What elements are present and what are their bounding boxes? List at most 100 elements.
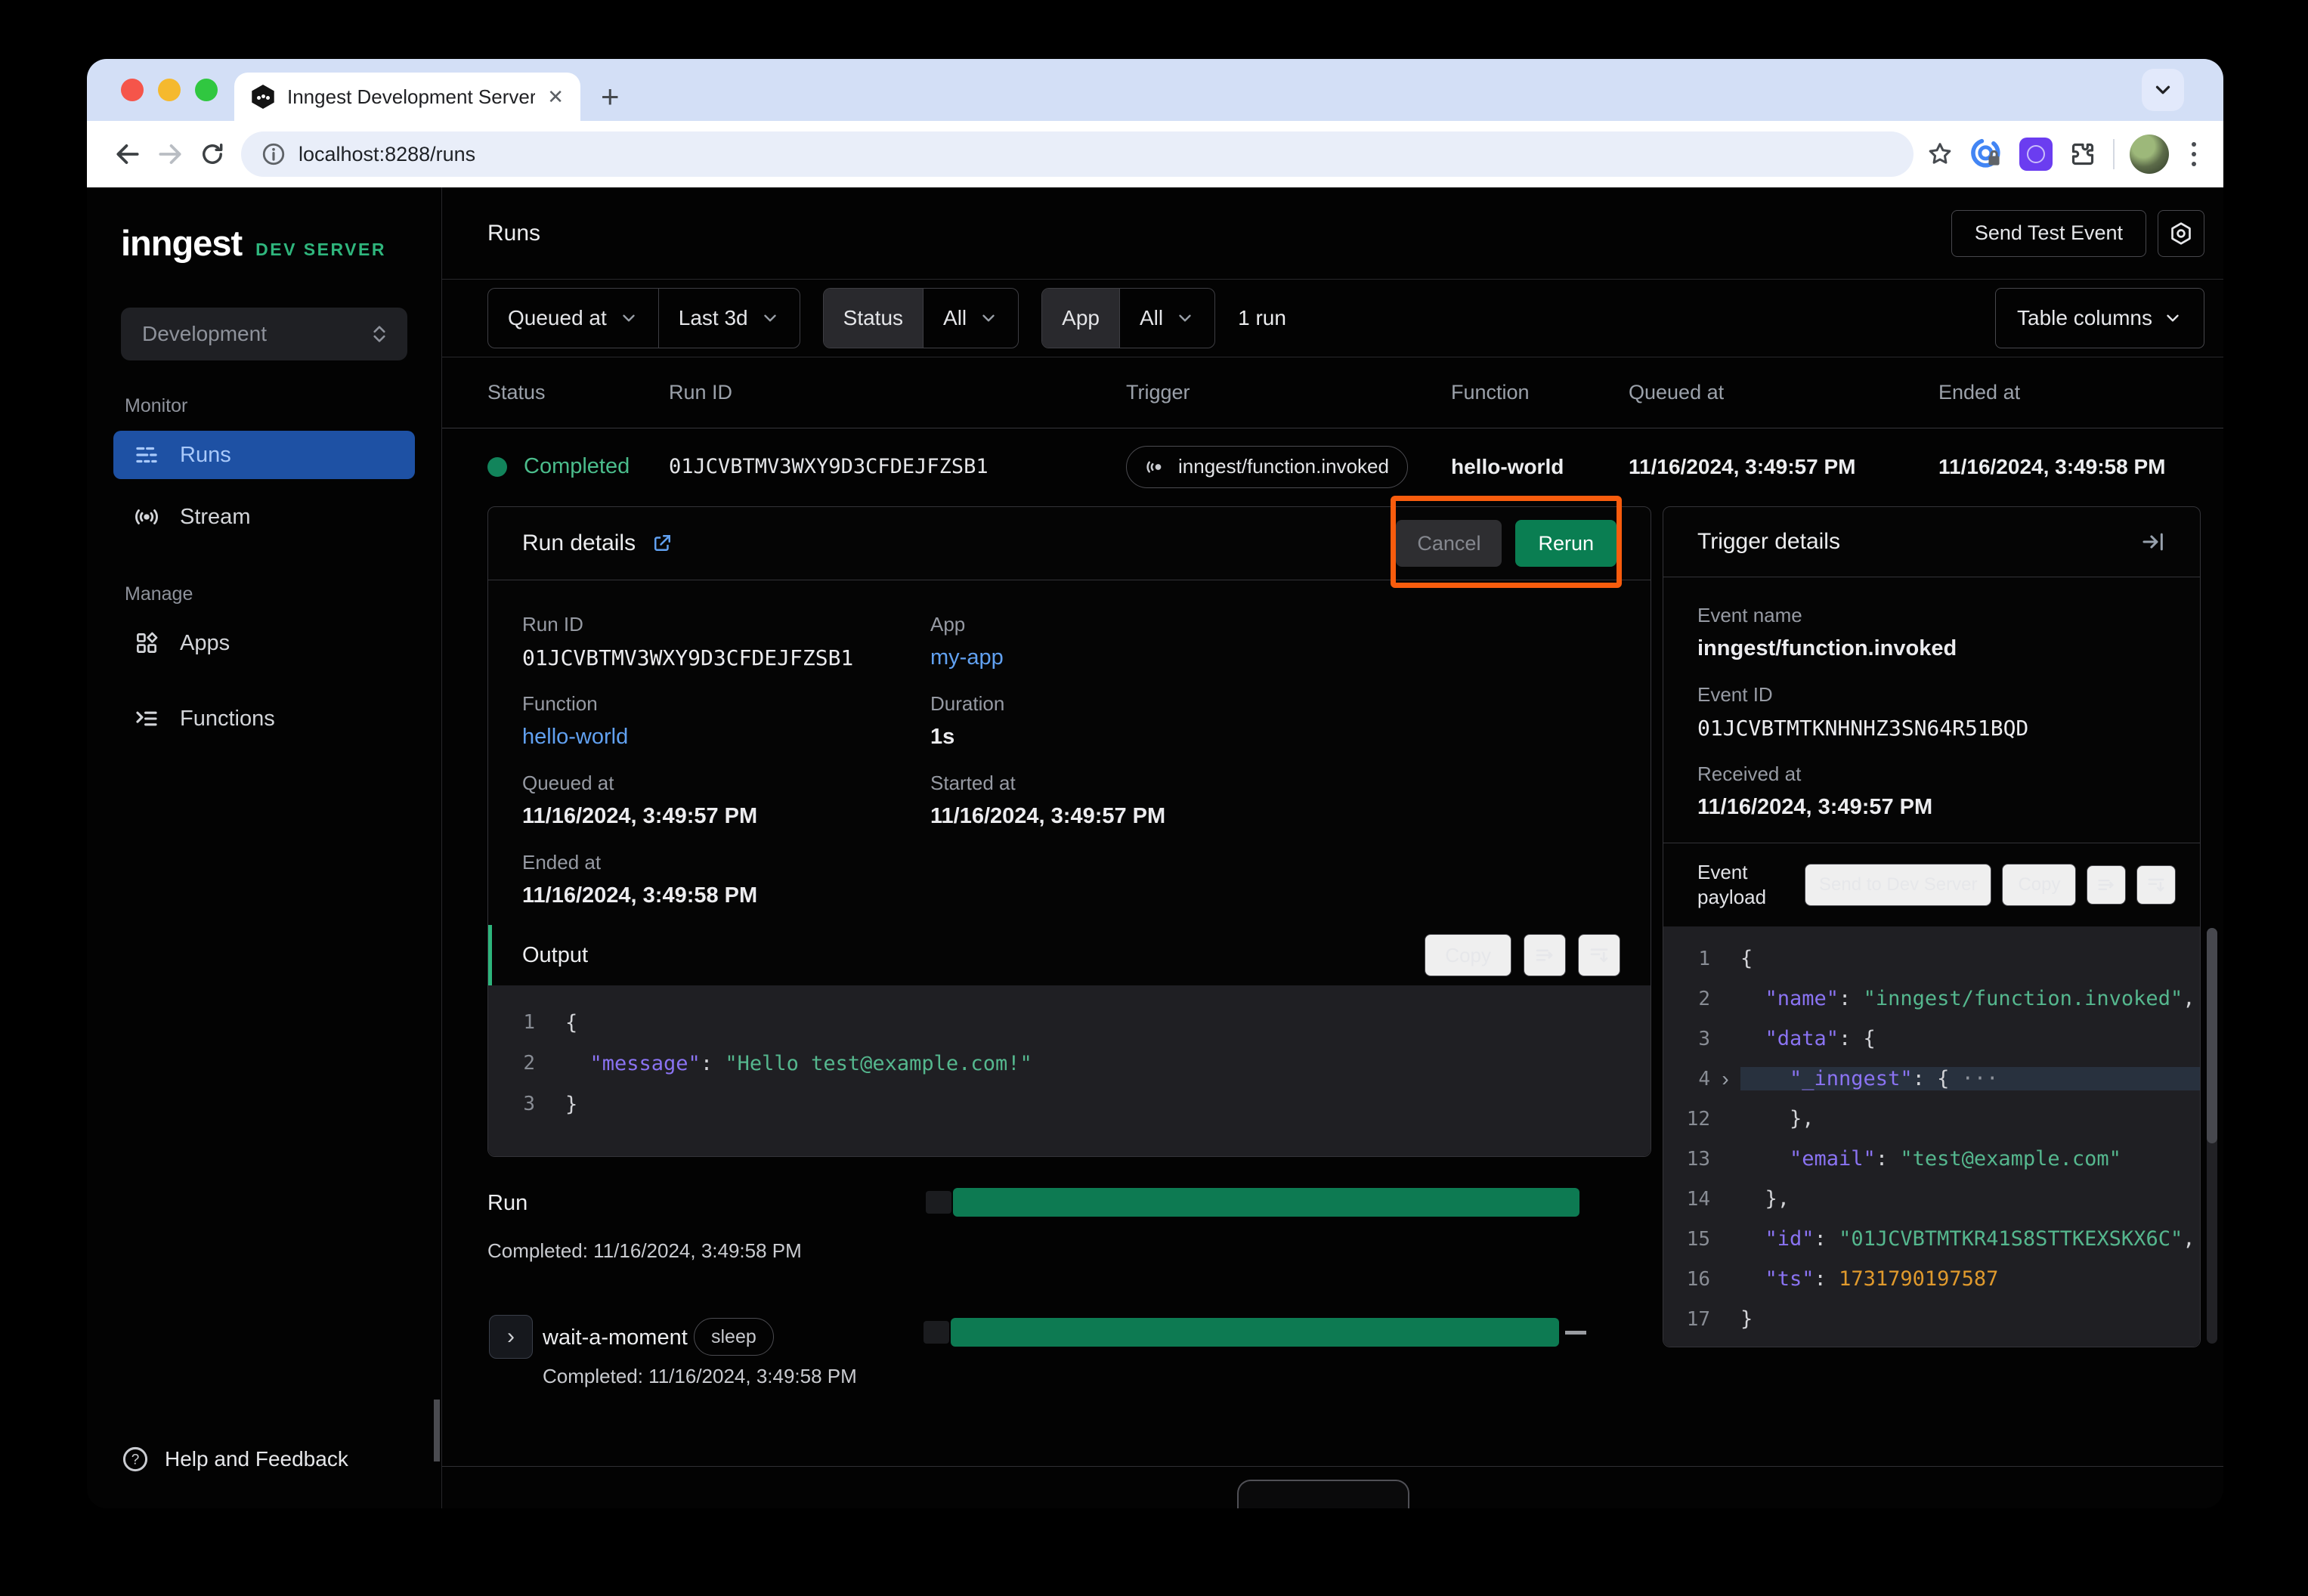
code-text: },: [1740, 1187, 2200, 1211]
code-text: {: [1740, 947, 2200, 970]
output-copy-button[interactable]: Copy: [1425, 934, 1511, 976]
table-row[interactable]: Completed 01JCVBTMV3WXY9D3CFDEJFZSB1 inn…: [442, 428, 2223, 505]
line-number: 14: [1663, 1188, 1710, 1211]
chevron-down-icon: [760, 308, 780, 328]
password-manager-extension-button[interactable]: [1969, 137, 2004, 172]
time-range-dropdown[interactable]: Last 3d: [658, 289, 800, 348]
trigger-pill[interactable]: inngest/function.invoked: [1126, 446, 1408, 488]
runs-table-header: Status Run ID Trigger Function Queued at…: [442, 357, 2223, 428]
line-number: 17: [1663, 1308, 1710, 1331]
environment-value: Development: [142, 322, 267, 346]
code-text: "data": {: [1740, 1027, 2200, 1050]
send-test-event-button[interactable]: Send Test Event: [1951, 210, 2146, 257]
code-text: },: [1740, 1107, 2200, 1130]
window-controls: [121, 79, 218, 101]
chevron-down-icon: [619, 308, 639, 328]
bottom-divider: [442, 1466, 2223, 1467]
site-info-icon[interactable]: [261, 141, 286, 167]
back-button[interactable]: [107, 133, 149, 175]
code-line: 1{: [1663, 939, 2200, 979]
run-queue-tick: [926, 1191, 951, 1214]
extension-glyph-icon: [2027, 145, 2045, 163]
run-details-header: Run details Cancel Rerun: [488, 507, 1651, 580]
sidebar-item-apps[interactable]: Apps: [113, 619, 415, 667]
rerun-button[interactable]: Rerun: [1515, 520, 1617, 567]
sidebar-item-runs[interactable]: Runs: [113, 431, 415, 479]
chevron-down-icon: [979, 308, 998, 328]
extensions-menu-button[interactable]: [2068, 139, 2098, 169]
password-lock-icon: [1969, 137, 2004, 172]
code-line: 14 },: [1663, 1179, 2200, 1219]
address-bar[interactable]: localhost:8288/runs: [241, 131, 1914, 177]
step-timeline-bar[interactable]: [951, 1318, 1559, 1347]
payload-code: 1{2 "name": "inngest/function.invoked",3…: [1663, 926, 2200, 1347]
line-number: 13: [1663, 1148, 1710, 1171]
trigger-details-header: Trigger details: [1663, 507, 2200, 577]
collapse-panel-icon[interactable]: [2140, 529, 2166, 555]
browser-menu-button[interactable]: [2184, 142, 2204, 166]
cropped-bottom-button[interactable]: [1237, 1480, 1409, 1508]
environment-select[interactable]: Development: [121, 308, 407, 360]
function-link[interactable]: hello-world: [522, 725, 628, 750]
forward-button[interactable]: [149, 133, 191, 175]
close-tab-icon[interactable]: ✕: [547, 85, 564, 109]
profile-avatar[interactable]: [2130, 135, 2169, 174]
puzzle-piece-icon: [2068, 139, 2098, 169]
line-number: 1: [1663, 948, 1710, 970]
run-details-title: Run details: [522, 530, 636, 556]
app-filter-dropdown[interactable]: All: [1119, 289, 1214, 348]
line-number: 4: [1663, 1068, 1710, 1090]
payload-scrollbar-thumb[interactable]: [2207, 928, 2217, 1143]
scroll-down-icon: [1588, 944, 1610, 967]
table-columns-button[interactable]: Table columns: [1995, 288, 2204, 348]
column-header: Queued at: [1629, 381, 1938, 404]
minimize-window-button[interactable]: [158, 79, 181, 101]
code-text: }: [565, 1093, 1651, 1116]
collapse-chevron-icon[interactable]: ›: [1710, 1067, 1740, 1091]
close-window-button[interactable]: [121, 79, 144, 101]
code-text: {: [565, 1011, 1651, 1035]
field-ended-at: Ended at 11/16/2024, 3:49:58 PM: [522, 851, 757, 908]
time-field-dropdown[interactable]: Queued at: [488, 289, 658, 348]
maximize-window-button[interactable]: [195, 79, 218, 101]
code-line: 2 "message": "Hello test@example.com!": [488, 1043, 1651, 1084]
inngest-app: inngest DEV SERVER Development Monitor R…: [87, 187, 2223, 1508]
payload-scroll-bottom-button[interactable]: [2136, 865, 2176, 905]
bookmark-star-button[interactable]: [1926, 140, 1954, 169]
status-filter-dropdown[interactable]: All: [923, 289, 1018, 348]
new-tab-button[interactable]: +: [601, 79, 620, 115]
help-and-feedback-button[interactable]: ? Help and Feedback: [121, 1445, 348, 1474]
browser-tab[interactable]: Inngest Development Server ✕: [234, 73, 580, 121]
scroll-to-bottom-button[interactable]: [1578, 934, 1620, 976]
column-header: Run ID: [669, 381, 1126, 404]
column-header: Function: [1451, 381, 1629, 404]
external-link-icon[interactable]: [651, 532, 673, 555]
column-header: Ended at: [1938, 381, 2223, 404]
code-text: "ts": 1731790197587: [1740, 1267, 2200, 1291]
step-expander-button[interactable]: ›: [489, 1315, 533, 1359]
event-payload-title: Event payload: [1697, 860, 1794, 910]
sidebar-scrollbar-thumb[interactable]: [434, 1400, 440, 1461]
settings-button[interactable]: [2158, 210, 2204, 257]
cancel-button[interactable]: Cancel: [1396, 520, 1502, 567]
code-line: 3 "data": {: [1663, 1019, 2200, 1059]
browser-extension-button[interactable]: [2019, 138, 2053, 171]
field-run-id: Run ID 01JCVBTMV3WXY9D3CFDEJFZSB1: [522, 613, 853, 670]
run-timeline-bar[interactable]: [953, 1188, 1579, 1217]
word-wrap-button[interactable]: [1524, 934, 1566, 976]
payload-copy-button[interactable]: Copy: [2002, 864, 2076, 906]
sidebar-item-stream[interactable]: Stream: [113, 493, 415, 541]
payload-scrollbar[interactable]: [2207, 928, 2217, 1344]
payload-word-wrap-button[interactable]: [2087, 865, 2126, 905]
reload-button[interactable]: [191, 133, 234, 175]
event-payload-header: Event payload Send to Dev Server Copy: [1663, 843, 2200, 926]
app-filter-label: App: [1042, 289, 1119, 348]
code-text: "_inngest": { ···: [1740, 1067, 2200, 1090]
send-to-dev-server-button[interactable]: Send to Dev Server: [1805, 864, 1991, 906]
app-link[interactable]: my-app: [930, 645, 1004, 670]
column-header: Trigger: [1126, 381, 1451, 404]
sidebar-item-functions[interactable]: Functions: [113, 694, 415, 743]
row-queued-at: 11/16/2024, 3:49:57 PM: [1629, 455, 1938, 479]
tab-search-chevron-button[interactable]: [2142, 69, 2184, 111]
code-line: 17}: [1663, 1299, 2200, 1339]
